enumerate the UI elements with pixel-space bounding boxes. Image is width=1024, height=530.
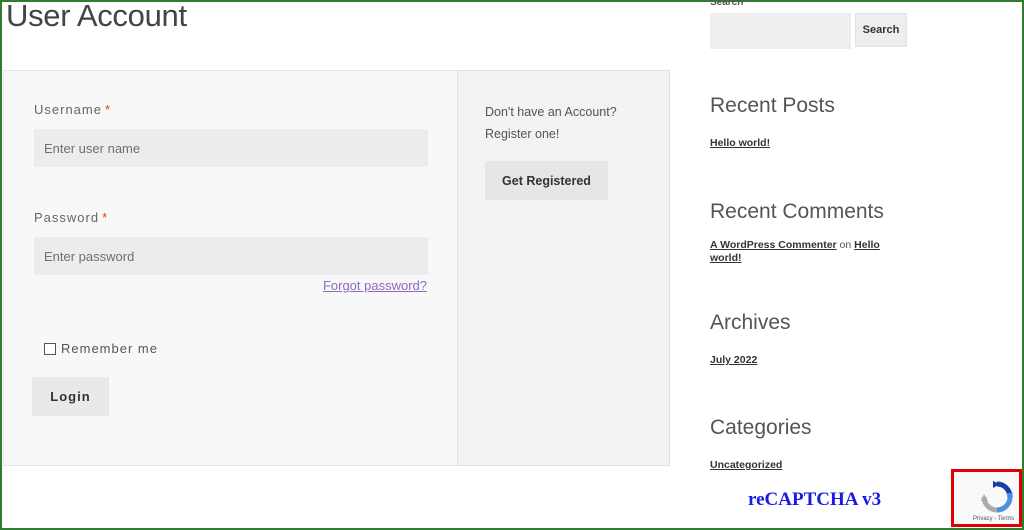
username-label-text: Username: [34, 102, 102, 117]
required-mark: *: [104, 102, 112, 117]
username-input[interactable]: [34, 129, 428, 167]
comment-author-link[interactable]: A WordPress Commenter: [710, 239, 837, 251]
recent-post-link[interactable]: Hello world!: [710, 137, 770, 149]
categories-title: Categories: [710, 416, 812, 439]
forgot-password-link[interactable]: Forgot password?: [323, 278, 427, 293]
remember-me-checkbox[interactable]: [44, 342, 56, 355]
required-mark: *: [102, 210, 109, 225]
recent-comments-title: Recent Comments: [710, 200, 884, 223]
search-input[interactable]: [710, 13, 851, 49]
search-label: Search: [710, 0, 744, 8]
register-panel: Don't have an Account? Register one! Get…: [457, 70, 670, 466]
username-label: Username *: [34, 102, 111, 117]
recaptcha-privacy-terms[interactable]: Privacy - Terms: [973, 516, 1014, 522]
remember-me-label[interactable]: Remember me: [61, 341, 158, 356]
login-panel: Username* Password* Forgot password? Rem…: [3, 70, 457, 466]
search-button[interactable]: Search: [855, 13, 907, 47]
register-prompt-line2: Register one!: [485, 127, 560, 141]
recaptcha-caption: reCAPTCHA v3: [748, 489, 882, 510]
login-button[interactable]: Login: [32, 377, 109, 416]
remember-me: Remember me: [44, 341, 158, 356]
password-label-text: Password: [34, 210, 100, 225]
get-registered-button[interactable]: Get Registered: [485, 161, 608, 200]
archive-link[interactable]: July 2022: [710, 354, 757, 366]
register-prompt-line1: Don't have an Account?: [485, 105, 617, 119]
password-label: Password *: [34, 210, 108, 225]
category-link[interactable]: Uncategorized: [710, 459, 782, 471]
recent-posts-title: Recent Posts: [710, 94, 835, 117]
comment-on-text: on: [839, 239, 852, 251]
recaptcha-logo-icon: [981, 481, 1013, 513]
register-prompt: Don't have an Account? Register one!: [485, 101, 655, 145]
password-input[interactable]: [34, 237, 428, 275]
archives-title: Archives: [710, 311, 791, 334]
recaptcha-badge[interactable]: Privacy - Terms: [951, 469, 1022, 527]
page-title: User Account: [6, 0, 187, 33]
recent-comment-item: A WordPress Commenter on Hello world!: [710, 239, 900, 265]
